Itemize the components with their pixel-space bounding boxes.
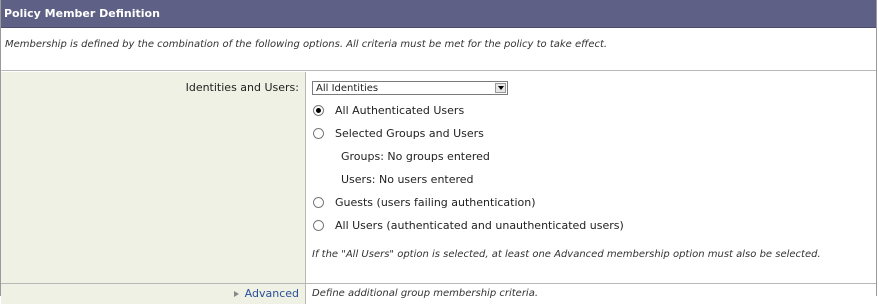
radio-option-guests[interactable]: Guests (users failing authentication) [313, 195, 536, 209]
identities-label: Identities and Users: [185, 81, 299, 94]
radio-label: Selected Groups and Users [335, 126, 484, 140]
radio-icon[interactable] [313, 104, 324, 116]
advanced-description: Define additional group membership crite… [312, 288, 539, 299]
advanced-label[interactable]: Advanced [245, 287, 299, 300]
identities-select[interactable]: All Identities [312, 81, 508, 95]
panel-title: Policy Member Definition [1, 0, 876, 28]
advanced-value-cell: Define additional group membership crite… [307, 284, 876, 304]
radio-label: Guests (users failing authentication) [335, 195, 536, 209]
groups-summary: Groups: No groups entered [341, 150, 490, 163]
identities-row: Identities and Users: All Identities All… [1, 72, 876, 284]
intro-text: Membership is defined by the combination… [1, 28, 876, 71]
radio-option-all-authenticated[interactable]: All Authenticated Users [313, 103, 464, 117]
advanced-row: Advanced Define additional group members… [1, 284, 876, 304]
radio-label: All Authenticated Users [335, 103, 465, 117]
radio-label: All Users (authenticated and unauthentic… [335, 218, 624, 232]
advanced-label-cell: Advanced [1, 284, 306, 304]
identities-select-value: All Identities [316, 83, 379, 94]
identities-value-cell: All Identities All Authenticated Users S… [307, 72, 876, 283]
advanced-toggle-link[interactable]: Advanced [233, 287, 299, 300]
all-users-note: If the "All Users" option is selected, a… [312, 249, 821, 260]
radio-icon[interactable] [313, 219, 324, 231]
radio-icon[interactable] [313, 196, 324, 208]
radio-icon[interactable] [313, 127, 324, 139]
policy-member-definition-panel: Policy Member Definition Membership is d… [0, 0, 877, 304]
users-summary: Users: No users entered [341, 173, 474, 186]
radio-option-selected-groups[interactable]: Selected Groups and Users [313, 126, 484, 140]
dropdown-arrow-icon[interactable] [495, 83, 506, 93]
identities-label-cell: Identities and Users: [1, 72, 306, 283]
radio-option-all-users[interactable]: All Users (authenticated and unauthentic… [313, 218, 624, 232]
